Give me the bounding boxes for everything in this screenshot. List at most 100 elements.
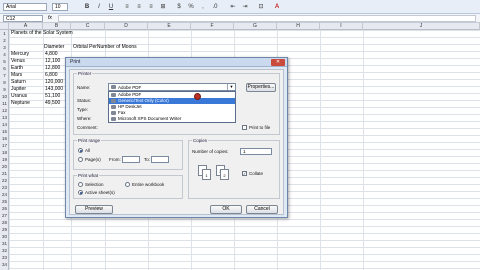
diameter-cell[interactable]: 4,800 (45, 51, 58, 58)
properties-button[interactable]: Properties... (246, 83, 276, 92)
row-header[interactable]: 2 (0, 37, 9, 44)
column-header[interactable]: G (234, 23, 277, 30)
row-header[interactable]: 16 (0, 135, 9, 142)
diameter-cell[interactable]: 12,100 (45, 58, 60, 65)
row-header[interactable]: 8 (0, 79, 9, 86)
column-header[interactable]: E (148, 23, 191, 30)
header-orbit-moons-cell[interactable]: Orbital PerNumber of Moons (73, 44, 137, 51)
planet-name-cell[interactable]: Mars (11, 72, 22, 79)
row-header[interactable]: 11 (0, 100, 9, 107)
row-header[interactable]: 22 (0, 177, 9, 184)
diameter-cell[interactable]: 12,800 (45, 65, 60, 72)
decrease-indent-icon[interactable]: ⇤ (228, 2, 238, 12)
row-header[interactable]: 10 (0, 93, 9, 100)
align-center-icon[interactable]: ≡ (134, 2, 144, 12)
planet-name-cell[interactable]: Saturn (11, 79, 26, 86)
diameter-cell[interactable]: 51,100 (45, 93, 60, 100)
column-header[interactable]: H (277, 23, 320, 30)
print-to-file-checkbox[interactable] (242, 125, 247, 130)
planet-name-cell[interactable]: Neptune (11, 100, 30, 107)
row-header[interactable]: 29 (0, 226, 9, 233)
dialog-titlebar[interactable]: Print ✕ (66, 58, 287, 67)
select-all-corner[interactable] (0, 23, 9, 30)
from-page-input[interactable] (122, 156, 140, 163)
align-left-icon[interactable]: ≡ (122, 2, 132, 12)
row-header[interactable]: 17 (0, 142, 9, 149)
cancel-button[interactable]: Cancel (246, 205, 278, 214)
sheet-title-cell[interactable]: Planets of the Solar System (11, 30, 73, 37)
row-header[interactable]: 18 (0, 149, 9, 156)
column-header[interactable]: A (9, 23, 43, 30)
row-header[interactable]: 15 (0, 128, 9, 135)
underline-icon[interactable]: U (106, 2, 116, 12)
row-header[interactable]: 21 (0, 170, 9, 177)
comma-icon[interactable]: , (198, 2, 208, 12)
row-header[interactable]: 12 (0, 107, 9, 114)
column-header[interactable]: C (71, 23, 105, 30)
column-header[interactable]: B (43, 23, 71, 30)
row-header[interactable]: 9 (0, 86, 9, 93)
column-header[interactable]: F (191, 23, 234, 30)
printer-dropdown-list[interactable]: Adobe PDF Generic/Text Only (Color) HP D… (108, 91, 236, 123)
planet-name-cell[interactable]: Earth (11, 65, 23, 72)
increase-decimal-icon[interactable]: .0 (210, 2, 220, 12)
what-selection-radio[interactable] (78, 182, 83, 187)
planet-name-cell[interactable]: Mercury (11, 51, 29, 58)
row-header[interactable]: 31 (0, 240, 9, 247)
row-header[interactable]: 34 (0, 261, 9, 268)
row-header[interactable]: 3 (0, 44, 9, 51)
printer-option[interactable]: Microsoft XPS Document Writer (109, 116, 235, 122)
row-header[interactable]: 25 (0, 198, 9, 205)
row-header[interactable]: 14 (0, 121, 9, 128)
italic-icon[interactable]: I (94, 2, 104, 12)
row-header[interactable]: 20 (0, 163, 9, 170)
collate-checkbox[interactable]: ✓ (242, 171, 247, 176)
currency-icon[interactable]: $ (174, 2, 184, 12)
to-page-input[interactable] (151, 156, 169, 163)
row-header[interactable]: 23 (0, 184, 9, 191)
row-header[interactable]: 4 (0, 51, 9, 58)
range-pages-radio[interactable] (78, 157, 83, 162)
printer-name-combo[interactable]: Adobe PDF ▼ (108, 83, 236, 91)
borders-icon[interactable]: ⊡ (256, 2, 266, 12)
chevron-down-icon[interactable]: ▼ (227, 84, 235, 90)
column-header[interactable]: D (105, 23, 148, 30)
bold-icon[interactable]: B (82, 2, 92, 12)
formula-input[interactable] (58, 15, 476, 22)
row-header[interactable]: 26 (0, 205, 9, 212)
header-diameter-cell[interactable]: Diameter (44, 44, 64, 51)
row-header[interactable]: 5 (0, 58, 9, 65)
row-header[interactable]: 1 (0, 30, 9, 37)
planet-name-cell[interactable]: Uranus (11, 93, 27, 100)
preview-button[interactable]: Preview (75, 205, 113, 214)
row-header[interactable]: 30 (0, 233, 9, 240)
font-color-icon[interactable]: A (272, 2, 282, 12)
planet-name-cell[interactable]: Jupiter (11, 86, 26, 93)
font-name-combo[interactable]: Arial (3, 3, 47, 11)
range-all-radio[interactable] (78, 148, 83, 153)
ok-button[interactable]: OK (210, 205, 242, 214)
row-header[interactable]: 28 (0, 219, 9, 226)
column-header[interactable]: J (363, 23, 480, 30)
diameter-cell[interactable]: 6,800 (45, 72, 58, 79)
number-of-copies-input[interactable]: 1 (240, 148, 272, 155)
percent-icon[interactable]: % (186, 2, 196, 12)
column-header[interactable]: I (320, 23, 363, 30)
row-header[interactable]: 33 (0, 254, 9, 261)
name-box[interactable]: C12 (3, 15, 43, 22)
row-header[interactable]: 19 (0, 156, 9, 163)
font-size-combo[interactable]: 10 (52, 3, 68, 11)
diameter-cell[interactable]: 49,500 (45, 100, 60, 107)
row-header[interactable]: 7 (0, 72, 9, 79)
diameter-cell[interactable]: 143,000 (45, 86, 63, 93)
what-entire-workbook-radio[interactable] (125, 182, 130, 187)
row-header[interactable]: 6 (0, 65, 9, 72)
fx-icon[interactable]: fx (48, 15, 52, 22)
increase-indent-icon[interactable]: ⇥ (240, 2, 250, 12)
planet-name-cell[interactable]: Venus (11, 58, 25, 65)
close-icon[interactable]: ✕ (271, 59, 285, 66)
diameter-cell[interactable]: 120,000 (45, 79, 63, 86)
align-right-icon[interactable]: ≡ (146, 2, 156, 12)
row-header[interactable]: 27 (0, 212, 9, 219)
row-header[interactable]: 24 (0, 191, 9, 198)
